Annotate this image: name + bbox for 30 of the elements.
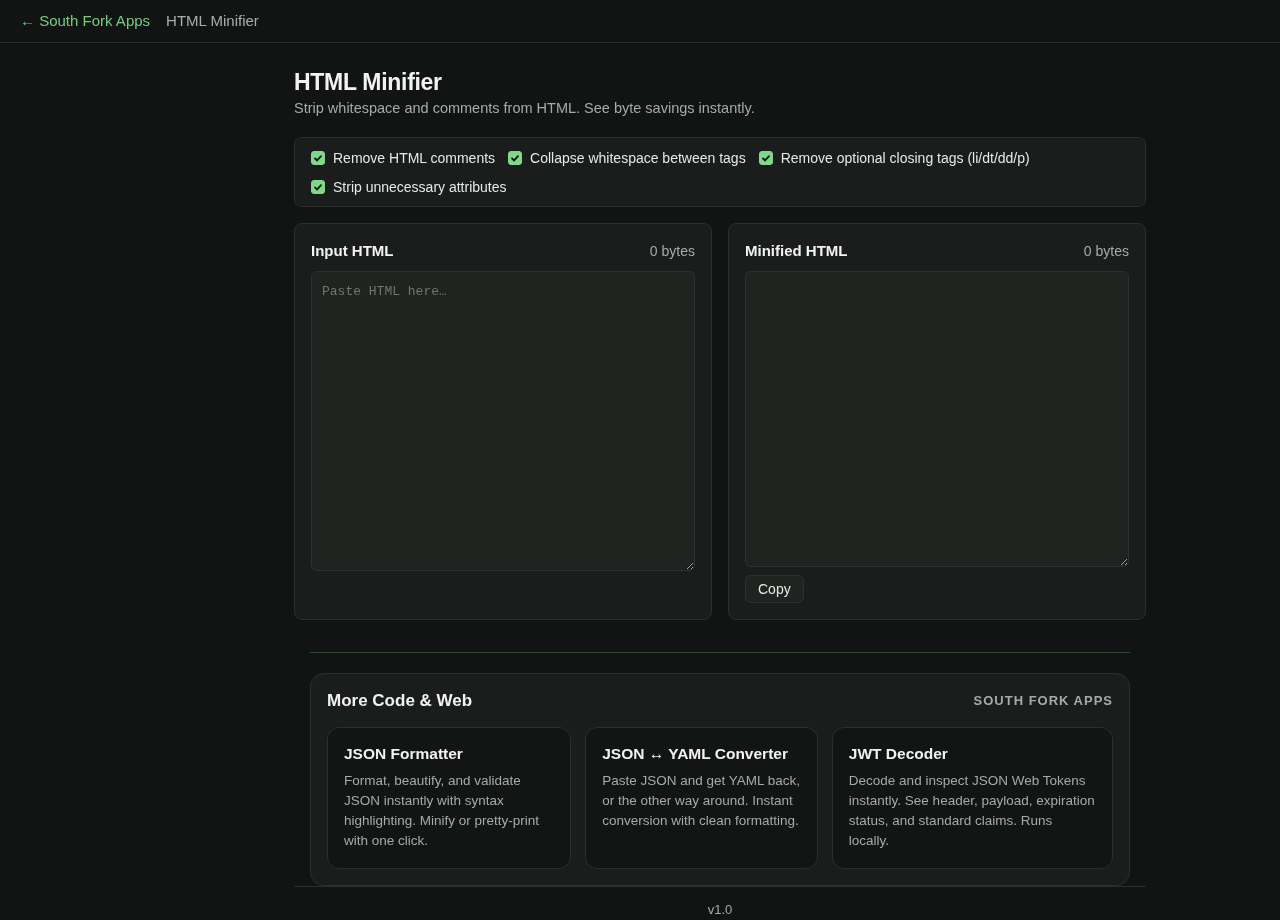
page-subtitle: Strip whitespace and comments from HTML. See byte savings instantly.: [294, 99, 756, 118]
panel-title: Minified HTML: [745, 241, 848, 261]
tool-description: Format, beautify, and validate JSON instantly with syntax highlighting. Minify or pretty-print with one click.: [344, 772, 541, 850]
version-label: v1.0: [707, 902, 733, 917]
tool-card[interactable]: JSON Formatter Format, beautify, and validate JSON instantly with syntax highlighting. Minify or pretty-print with one click.: [327, 727, 572, 869]
option-label: Strip unnecessary attributes: [333, 178, 507, 197]
back-link[interactable]: ← South Fork Apps: [20, 9, 151, 33]
byte-count: 0 bytes: [649, 241, 695, 261]
brand-label: SOUTH FORK APPS: [973, 692, 1113, 711]
checkbox[interactable]: [311, 151, 325, 165]
panel-title: Input HTML: [311, 241, 394, 261]
option-label: Collapse whitespace between tags: [530, 149, 746, 168]
tool-description: Paste JSON and get YAML back, or the other way around. Instant conversion with clean formatting.: [602, 772, 801, 830]
tool-title: JSON Formatter: [344, 744, 464, 764]
page-title: HTML Minifier: [294, 68, 443, 96]
tool-description: Decode and inspect JSON Web Tokens instantly. See header, payload, expiration status, and standard claims. Runs locally.: [848, 772, 1096, 850]
byte-count: 0 bytes: [1083, 241, 1129, 261]
checkbox[interactable]: [758, 151, 773, 165]
html-text-area[interactable]: Paste HTML here…: [311, 270, 695, 571]
section-title: More Code & Web: [327, 690, 473, 712]
tool-title: JSON ↔ YAML Converter: [602, 744, 789, 764]
tool-card[interactable]: JSON ↔ YAML Converter Paste JSON and get YAML back, or the other way around. Instant conversion with clean formatting.: [585, 727, 818, 869]
checkbox[interactable]: [508, 151, 523, 165]
copy-button[interactable]: Copy: [745, 575, 804, 603]
page-breadcrumb: HTML Minifier: [166, 10, 259, 31]
tool-card[interactable]: JWT Decoder Decode and inspect JSON Web Tokens instantly. See header, payload, expiration status, and standard claims. Runs locally.: [831, 727, 1113, 869]
option-label: Remove optional closing tags (li/dt/dd/p): [780, 149, 1030, 168]
option-label: Remove HTML comments: [333, 149, 496, 168]
checkbox[interactable]: [311, 180, 325, 194]
tool-title: JWT Decoder: [848, 744, 949, 764]
